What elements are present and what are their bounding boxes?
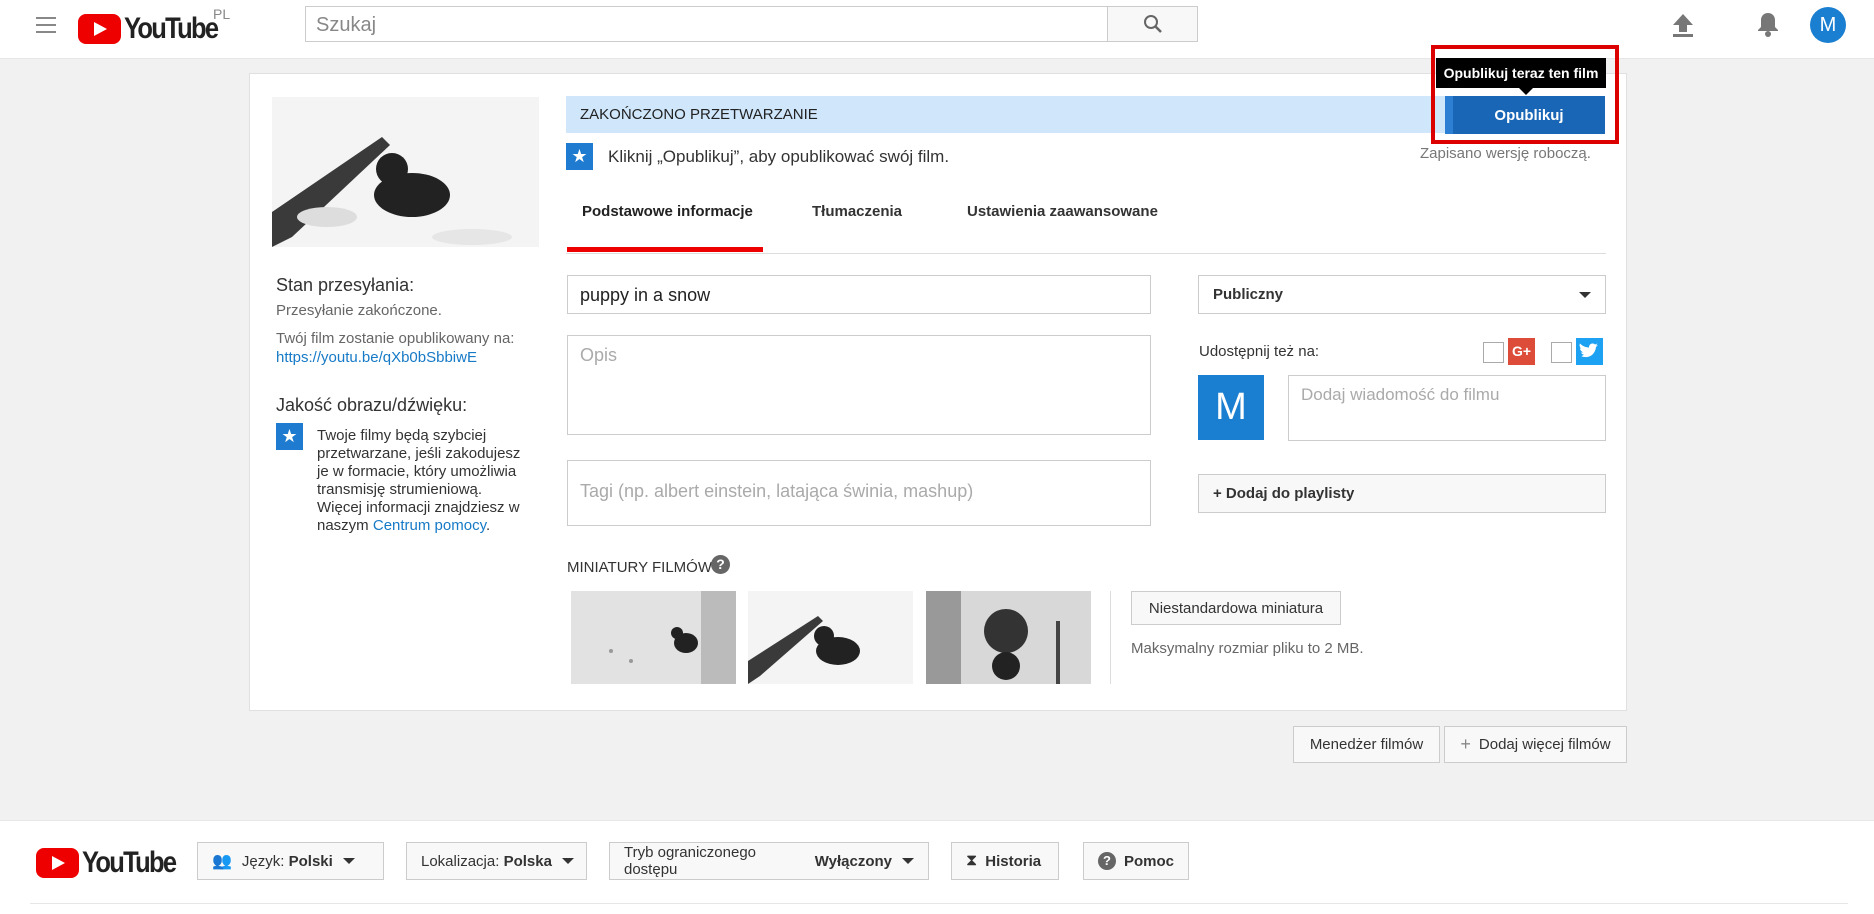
add-to-playlist-button[interactable]: + Dodaj do playlisty <box>1198 474 1606 513</box>
help-circle-icon: ? <box>1098 852 1116 870</box>
active-tab-indicator <box>567 247 763 252</box>
chevron-down-icon <box>902 858 914 864</box>
help-center-link[interactable]: Centrum pomocy <box>373 517 486 534</box>
chevron-down-icon <box>1579 292 1591 298</box>
notifications-bell-icon[interactable] <box>1756 10 1780 38</box>
publish-url-label: Twój film zostanie opublikowany na: <box>276 330 515 347</box>
language-label: Język: <box>241 852 285 870</box>
video-url-link[interactable]: https://youtu.be/qXb0bSbbiwE <box>276 349 477 366</box>
location-selector[interactable]: Lokalizacja: Polska <box>406 842 587 880</box>
location-value: Polska <box>503 852 552 870</box>
thumbnails-title: MINIATURY FILMÓW <box>567 559 713 576</box>
footer-youtube-logo[interactable]: YouTube <box>36 846 192 880</box>
add-more-videos-button[interactable]: + Dodaj więcej filmów <box>1444 726 1627 763</box>
tags-field[interactable]: Tagi (np. albert einstein, latająca świn… <box>567 460 1151 526</box>
quality-title: Jakość obrazu/dźwięku: <box>276 395 468 415</box>
restricted-mode-selector[interactable]: Tryb ograniczonego dostępu Wyłączony <box>609 842 929 880</box>
twitter-icon <box>1576 338 1603 365</box>
max-file-size: Maksymalny rozmiar pliku to 2 MB. <box>1131 640 1364 657</box>
tabs-divider <box>566 253 1606 254</box>
footer-play-logo-icon <box>36 848 79 878</box>
publish-tooltip: Opublikuj teraz ten film <box>1436 58 1606 88</box>
quality-text: Twoje filmy będą szybciej przetwarzane, … <box>317 427 522 535</box>
history-label: Historia <box>985 852 1042 870</box>
youtube-logo[interactable]: YouTube <box>78 12 234 46</box>
google-plus-icon: G+ <box>1508 338 1535 365</box>
share-message-field[interactable]: Dodaj wiadomość do filmu <box>1288 375 1606 441</box>
account-avatar[interactable]: M <box>1810 7 1846 43</box>
share-avatar: M <box>1198 375 1264 440</box>
footer-logo-text: YouTube <box>82 846 177 879</box>
title-field[interactable]: puppy in a snow <box>567 275 1151 314</box>
publish-instruction: Kliknij „Opublikuj”, aby opublikować swó… <box>608 147 950 166</box>
help-question-icon[interactable]: ? <box>711 555 730 574</box>
help-button[interactable]: ? Pomoc <box>1083 842 1189 880</box>
search-button[interactable] <box>1107 6 1198 42</box>
privacy-value: Publiczny <box>1213 286 1284 303</box>
draft-saved: Zapisano wersję roboczą. <box>1420 145 1591 162</box>
search-input[interactable]: Szukaj <box>305 6 1108 42</box>
search-icon <box>1144 15 1162 33</box>
play-logo-icon <box>78 14 121 44</box>
description-field[interactable]: Opis <box>567 335 1151 435</box>
tab-advanced-settings[interactable]: Ustawienia zaawansowane <box>967 203 1158 220</box>
thumbnail-divider <box>1110 591 1111 684</box>
processing-status: ZAKOŃCZONO PRZETWARZANIE <box>580 106 818 123</box>
chevron-down-icon <box>342 858 355 864</box>
star-info-icon: ★ <box>276 423 303 450</box>
quality-text-end: . <box>485 517 491 534</box>
add-more-label: Dodaj więcej filmów <box>1478 736 1611 753</box>
restricted-label: Tryb ograniczonego dostępu <box>624 844 757 878</box>
upload-status-value: Przesyłanie zakończone. <box>276 302 442 319</box>
twitter-checkbox[interactable] <box>1551 342 1572 363</box>
share-label: Udostępnij też na: <box>1199 343 1320 360</box>
logo-text: YouTube <box>124 12 219 45</box>
menu-icon[interactable] <box>36 17 56 33</box>
thumbnail-option-2[interactable] <box>748 591 913 684</box>
history-button[interactable]: ⧗ Historia <box>951 842 1059 880</box>
tab-translations[interactable]: Tłumaczenia <box>812 203 902 220</box>
people-icon: 👥 <box>212 853 232 870</box>
hourglass-icon: ⧗ <box>966 852 978 869</box>
restricted-value: Wyłączony <box>814 852 892 870</box>
tooltip-arrow <box>1519 88 1533 95</box>
video-preview <box>272 97 539 247</box>
upload-status-title: Stan przesyłania: <box>276 275 415 295</box>
star-tip-icon: ★ <box>566 143 593 170</box>
plus-icon: + <box>1460 734 1471 754</box>
chevron-down-icon <box>561 858 574 864</box>
language-selector[interactable]: 👥 Język: Polski <box>197 842 384 880</box>
help-label: Pomoc <box>1123 852 1174 870</box>
thumbnail-option-1[interactable] <box>571 591 736 684</box>
custom-thumbnail-button[interactable]: Niestandardowa miniatura <box>1131 591 1341 625</box>
upload-icon[interactable] <box>1671 12 1695 38</box>
footer-divider <box>30 903 1848 904</box>
video-manager-button[interactable]: Menedżer filmów <box>1293 726 1440 763</box>
location-label: Lokalizacja: <box>421 852 500 870</box>
tab-basic-info[interactable]: Podstawowe informacje <box>582 203 753 220</box>
thumbnail-option-3[interactable] <box>926 591 1091 684</box>
gplus-checkbox[interactable] <box>1483 342 1504 363</box>
region-code: PL <box>213 6 231 22</box>
language-value: Polski <box>288 852 333 870</box>
privacy-select[interactable]: Publiczny <box>1198 275 1606 314</box>
